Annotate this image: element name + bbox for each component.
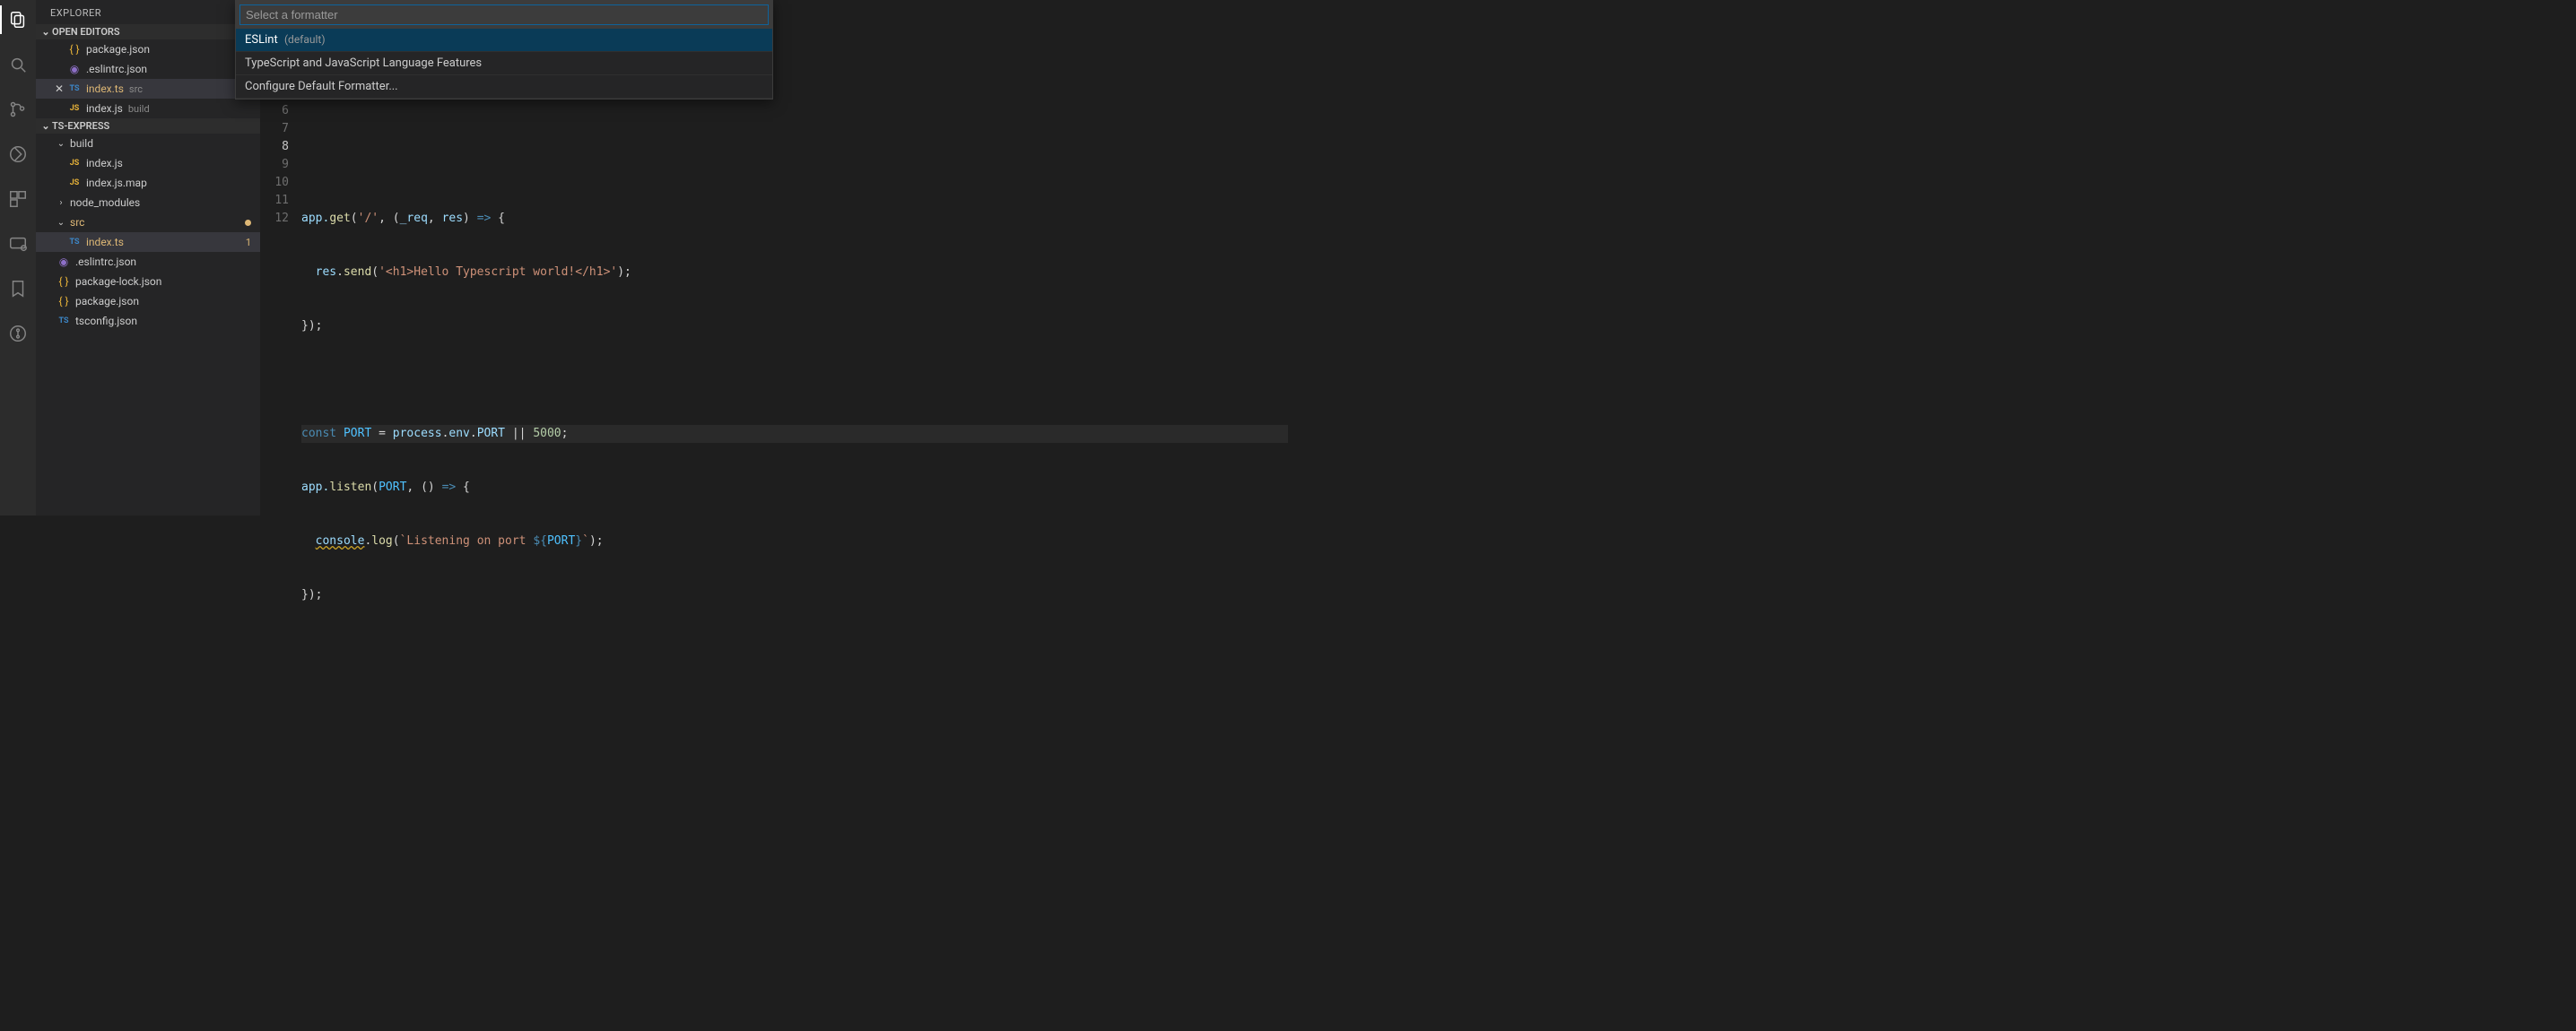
open-editor-item[interactable]: ◉ .eslintrc.json [36,59,260,79]
quick-pick-input[interactable] [239,4,769,25]
quick-pick-label: Configure Default Formatter... [245,80,398,93]
activity-source-control-icon[interactable] [0,95,36,124]
modified-dot-icon [245,220,251,226]
file-name: index.ts [86,82,124,95]
chevron-down-icon: ⌄ [56,139,66,149]
ts-icon: TS [66,84,83,93]
js-icon: JS [66,104,83,113]
sidebar-title: EXPLORER [36,0,260,24]
activity-explorer-icon[interactable] [0,5,36,34]
quick-pick-item-configure[interactable]: Configure Default Formatter... [236,75,772,99]
file-row-active[interactable]: TS index.ts 1 [36,232,260,252]
line-number: 7 [260,120,289,138]
chevron-down-icon: ⌄ [39,120,52,132]
json-icon: { } [66,43,83,56]
file-row[interactable]: { } package-lock.json [36,272,260,291]
file-hint: src [129,83,143,95]
line-number: 6 [260,102,289,120]
file-name: index.ts [86,236,124,248]
json-icon: { } [56,275,72,288]
folder-row[interactable]: › node_modules [36,193,260,212]
open-editors-header[interactable]: ⌄ OPEN EDITORS [36,24,260,39]
folder-row[interactable]: ⌄ build [36,134,260,153]
quick-pick-palette: ESLint (default) TypeScript and JavaScri… [235,0,773,100]
file-name: package.json [86,43,150,56]
explorer-sidebar: EXPLORER ⌄ OPEN EDITORS { } package.json… [36,0,260,516]
file-name: .eslintrc.json [86,63,147,75]
file-name: tsconfig.json [75,315,137,327]
chevron-down-icon: ⌄ [39,26,52,38]
js-icon: JS [66,159,83,168]
open-editor-item-active[interactable]: ✕ TS index.ts src 1 [36,79,260,99]
quick-pick-label: ESLint [245,33,278,47]
folder-row[interactable]: ⌄ src [36,212,260,232]
line-number-current: 8 [260,138,289,156]
project-header[interactable]: ⌄ TS-EXPRESS [36,118,260,134]
eslint-icon: ◉ [66,63,83,75]
open-editor-item[interactable]: JS index.js build [36,99,260,118]
quick-pick-item-eslint[interactable]: ESLint (default) [236,29,772,52]
code-editor[interactable]: 1 2 3 4 5 6 7 8 9 10 11 12 app.get('/', … [260,13,1288,694]
eslint-icon: ◉ [56,256,72,268]
line-number: 12 [260,210,289,228]
line-number: 10 [260,174,289,192]
quick-pick-list: ESLint (default) TypeScript and JavaScri… [236,29,772,99]
activity-remote-icon[interactable] [0,230,36,258]
open-editors-label: OPEN EDITORS [52,26,120,38]
folder-name: node_modules [70,196,140,209]
close-icon[interactable]: ✕ [52,82,66,95]
line-number: 9 [260,156,289,174]
file-row[interactable]: ◉ .eslintrc.json [36,252,260,272]
file-row[interactable]: { } package.json [36,291,260,311]
file-name: index.js.map [86,177,147,189]
json-icon: { } [56,295,72,308]
quick-pick-hint: (default) [284,33,326,46]
file-name: index.js [86,157,123,169]
activity-debug-icon[interactable] [0,140,36,169]
file-row[interactable]: JS index.js.map [36,173,260,193]
quick-pick-input-row [236,1,772,29]
line-gutter: 1 2 3 4 5 6 7 8 9 10 11 12 [260,13,301,694]
file-row[interactable]: JS index.js [36,153,260,173]
folder-name: build [70,137,93,150]
activity-extensions-icon[interactable] [0,185,36,213]
line-number: 11 [260,192,289,210]
ts-icon: TS [66,238,83,247]
chevron-down-icon: ⌄ [56,218,66,228]
activity-bookmark-icon[interactable] [0,274,36,303]
js-icon: JS [66,178,83,187]
quick-pick-label: TypeScript and JavaScript Language Featu… [245,56,482,70]
file-name: .eslintrc.json [75,256,136,268]
file-name: package-lock.json [75,275,161,288]
file-hint: build [128,103,150,115]
folder-name: src [70,216,84,229]
open-editor-item[interactable]: { } package.json [36,39,260,59]
activity-git-icon[interactable] [0,319,36,348]
file-row[interactable]: TS tsconfig.json [36,311,260,331]
activity-bar [0,0,36,516]
file-name: index.js [86,102,123,115]
warning-badge: 1 [246,237,251,248]
chevron-right-icon: › [56,198,66,208]
project-label: TS-EXPRESS [52,120,109,132]
activity-search-icon[interactable] [0,50,36,79]
code-body[interactable]: app.get('/', (_req, res) => { res.send('… [301,13,1288,694]
quick-pick-item-ts-js[interactable]: TypeScript and JavaScript Language Featu… [236,52,772,75]
file-name: package.json [75,295,139,308]
tsconfig-icon: TS [56,316,72,325]
